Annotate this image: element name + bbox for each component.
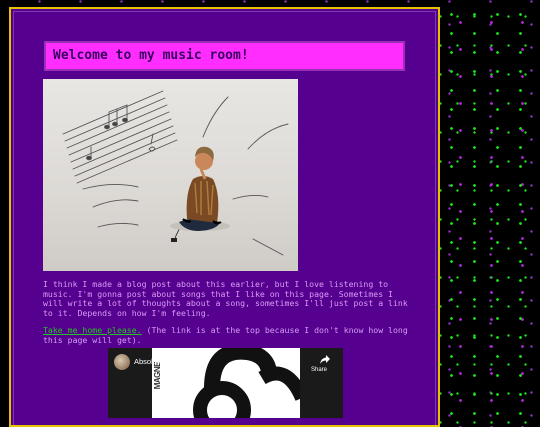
music-notes-drawing bbox=[62, 90, 289, 256]
welcome-banner: Welcome to my music room! bbox=[44, 41, 405, 71]
share-arrow-icon[interactable] bbox=[319, 354, 331, 365]
share-label[interactable]: Share bbox=[311, 367, 327, 373]
intro-paragraph: I think I made a blog post about this ea… bbox=[43, 279, 408, 318]
home-link-paragraph: Take me home please. (The link is at the… bbox=[43, 325, 413, 345]
seated-person bbox=[170, 146, 230, 231]
channel-avatar[interactable] bbox=[114, 354, 130, 370]
youtube-embed[interactable]: MAGNE Absolutely Cuckoo Share bbox=[108, 348, 343, 418]
music-room-photo bbox=[43, 79, 298, 271]
thumbnail-band-name: MAGNE bbox=[153, 362, 162, 390]
video-title[interactable]: Absolutely Cuckoo bbox=[134, 357, 196, 366]
home-link[interactable]: Take me home please. bbox=[43, 325, 142, 335]
